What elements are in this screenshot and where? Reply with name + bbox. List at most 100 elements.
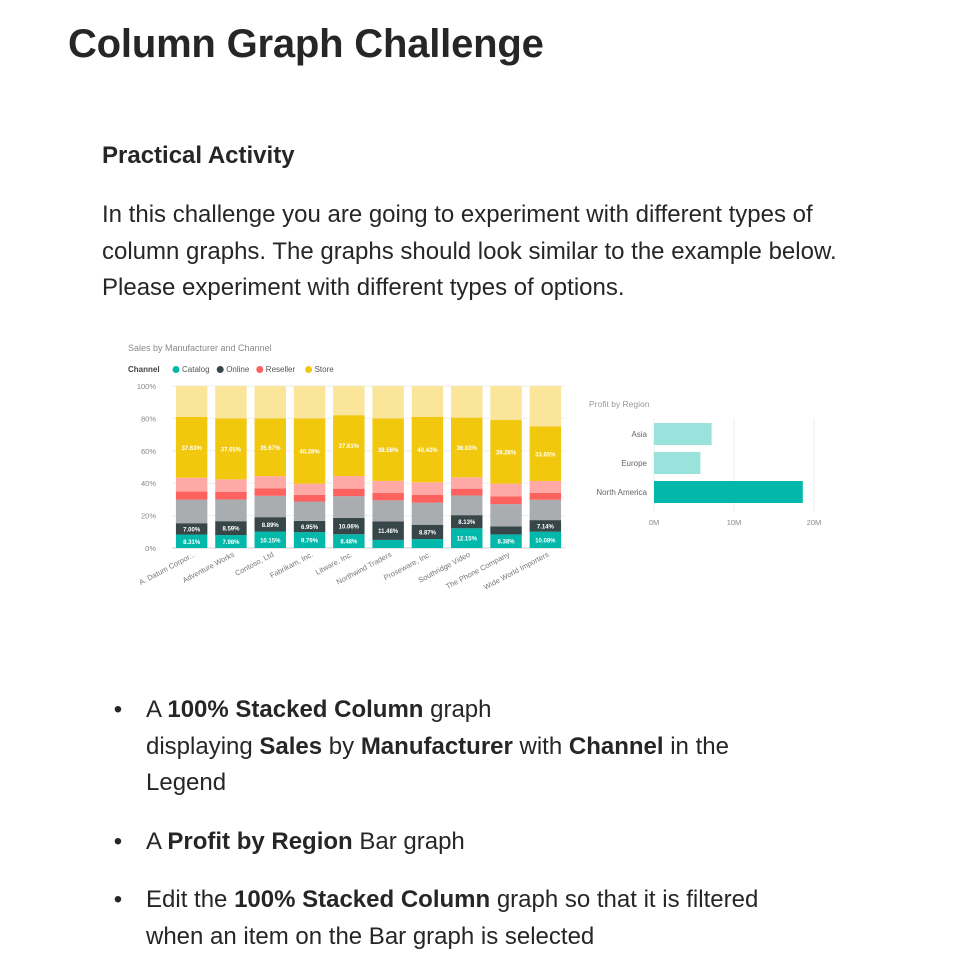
page-title: Column Graph Challenge — [68, 22, 544, 66]
data-label: 8.59% — [222, 527, 240, 533]
bar-segment-reseller — [372, 493, 404, 501]
intro-paragraph: In this challenge you are going to exper… — [102, 201, 837, 301]
bar-segment-reseller — [451, 488, 483, 496]
data-label: 39.26% — [496, 450, 517, 456]
data-label: 8.87% — [419, 530, 437, 536]
legend-title: Channel — [128, 365, 160, 374]
bar-segment-reseller-shade — [490, 504, 522, 527]
bar-segment-store-light — [254, 386, 286, 419]
data-label: 40.28% — [299, 450, 320, 456]
bold-text: Channel — [568, 732, 664, 760]
data-label: 9.79% — [301, 539, 319, 545]
data-label: 33.65% — [535, 452, 556, 458]
bar-segment-reseller-light — [411, 482, 444, 495]
data-label: 10.15% — [260, 538, 281, 544]
y-tick-label: Asia — [631, 430, 647, 439]
bar-segment-reseller-shade — [333, 496, 365, 518]
data-label: 40.42% — [417, 448, 438, 454]
bar-segment-reseller-light — [254, 476, 286, 489]
charts-svg: Sales by Manufacturer and Channel Channel… — [128, 343, 822, 592]
data-label: 37.61% — [339, 444, 360, 450]
bar-segment-reseller-shade — [411, 502, 444, 525]
text: with — [512, 732, 569, 760]
bar-segment-store-light — [372, 386, 404, 419]
data-label: 10.08% — [535, 538, 556, 544]
data-label: 11.48% — [378, 529, 399, 535]
data-label: 6.95% — [301, 525, 319, 531]
bar-segment-reseller-light — [372, 480, 404, 494]
bar-segment-reseller-shade — [451, 495, 483, 516]
bold-text: 100% Stacked Column — [234, 886, 491, 913]
y-tick-label: 100% — [137, 382, 157, 391]
bar-segment-reseller-light — [293, 483, 326, 495]
instruction-item: • A 100% Stacked Column graph displaying S… — [110, 692, 850, 802]
y-tick-label: North America — [596, 488, 647, 497]
bar-segment-reseller-light — [490, 483, 522, 497]
legend-marker — [216, 366, 224, 373]
bar-segment-store-light — [490, 386, 522, 421]
x-tick-label: Fabrikam, Inc. — [268, 550, 314, 580]
bar-segment-reseller-light — [529, 481, 562, 493]
instruction-item: • Edit the 100% Stacked Column graph so t… — [110, 882, 850, 955]
data-label: 7.98% — [222, 540, 240, 546]
bar-segment-online — [490, 526, 522, 535]
text: graph — [423, 696, 492, 723]
text: Bar graph — [352, 827, 465, 855]
bold-text: Manufacturer — [360, 732, 513, 760]
y-tick-label: 40% — [141, 479, 156, 488]
bar-segment-store-light — [333, 386, 365, 416]
bar-segment-store-light — [529, 386, 562, 427]
bold-text: Sales — [259, 732, 323, 760]
data-label: 8.48% — [340, 540, 358, 546]
bar-segment-reseller — [529, 492, 562, 500]
bar-segment-reseller-shade — [175, 499, 208, 524]
data-label: 7.14% — [537, 524, 555, 530]
bar-segment-store-light — [411, 386, 444, 417]
legend-label: Online — [226, 365, 250, 374]
text: Legend — [146, 769, 227, 796]
region-bar — [654, 481, 803, 503]
bar-segment-reseller — [411, 494, 444, 503]
region-bar — [654, 423, 712, 445]
bar-segment-store-light — [175, 386, 208, 417]
instructions-list: • A 100% Stacked Column graph displaying S… — [110, 692, 850, 967]
data-label: 10.06% — [339, 525, 360, 531]
legend-marker — [305, 366, 313, 373]
data-label: 8.13% — [458, 520, 476, 526]
legend-marker — [172, 366, 180, 373]
instruction-item: • A Profit by Region Bar graph — [110, 824, 850, 861]
bar-segment-reseller — [254, 488, 286, 496]
legend-label: Reseller — [266, 365, 296, 374]
data-label: 7.00% — [183, 527, 201, 533]
bar-segment-reseller — [293, 494, 326, 502]
x-tick-label: Wide World Importers — [482, 550, 550, 592]
y-tick-label: 0% — [145, 544, 156, 553]
bar-segment-reseller-light — [333, 476, 365, 489]
x-tick-label: 20M — [807, 518, 822, 527]
bar-segment-store-light — [215, 386, 247, 419]
bar-segment-reseller-shade — [254, 495, 286, 518]
legend-label: Catalog — [182, 365, 210, 374]
region-bar — [654, 452, 701, 474]
section-heading: Practical Activity — [102, 142, 295, 169]
data-label: 12.15% — [457, 537, 478, 543]
bar-segment-catalog — [372, 539, 404, 548]
bold-text: 100% Stacked Column — [167, 696, 424, 723]
bar-segment-reseller-light — [175, 477, 208, 492]
bar-segment-reseller-shade — [215, 499, 247, 522]
bar-segment-reseller-light — [451, 477, 483, 489]
bar-segment-reseller — [333, 488, 365, 497]
bar-segment-reseller-shade — [529, 499, 562, 521]
legend-marker — [256, 366, 264, 373]
text: displaying — [146, 732, 260, 760]
bar-segment-reseller-shade — [293, 501, 326, 521]
y-tick-label: Europe — [621, 459, 647, 468]
data-label: 38.58% — [378, 448, 399, 454]
bar-segment-reseller — [175, 491, 208, 500]
x-tick-label: 0M — [649, 518, 659, 527]
data-label: 8.31% — [183, 540, 201, 546]
bar-segment-store-light — [451, 386, 483, 418]
bar-segment-reseller-light — [215, 479, 247, 492]
y-tick-label: 60% — [141, 447, 156, 456]
bar-segment-reseller — [490, 496, 522, 505]
